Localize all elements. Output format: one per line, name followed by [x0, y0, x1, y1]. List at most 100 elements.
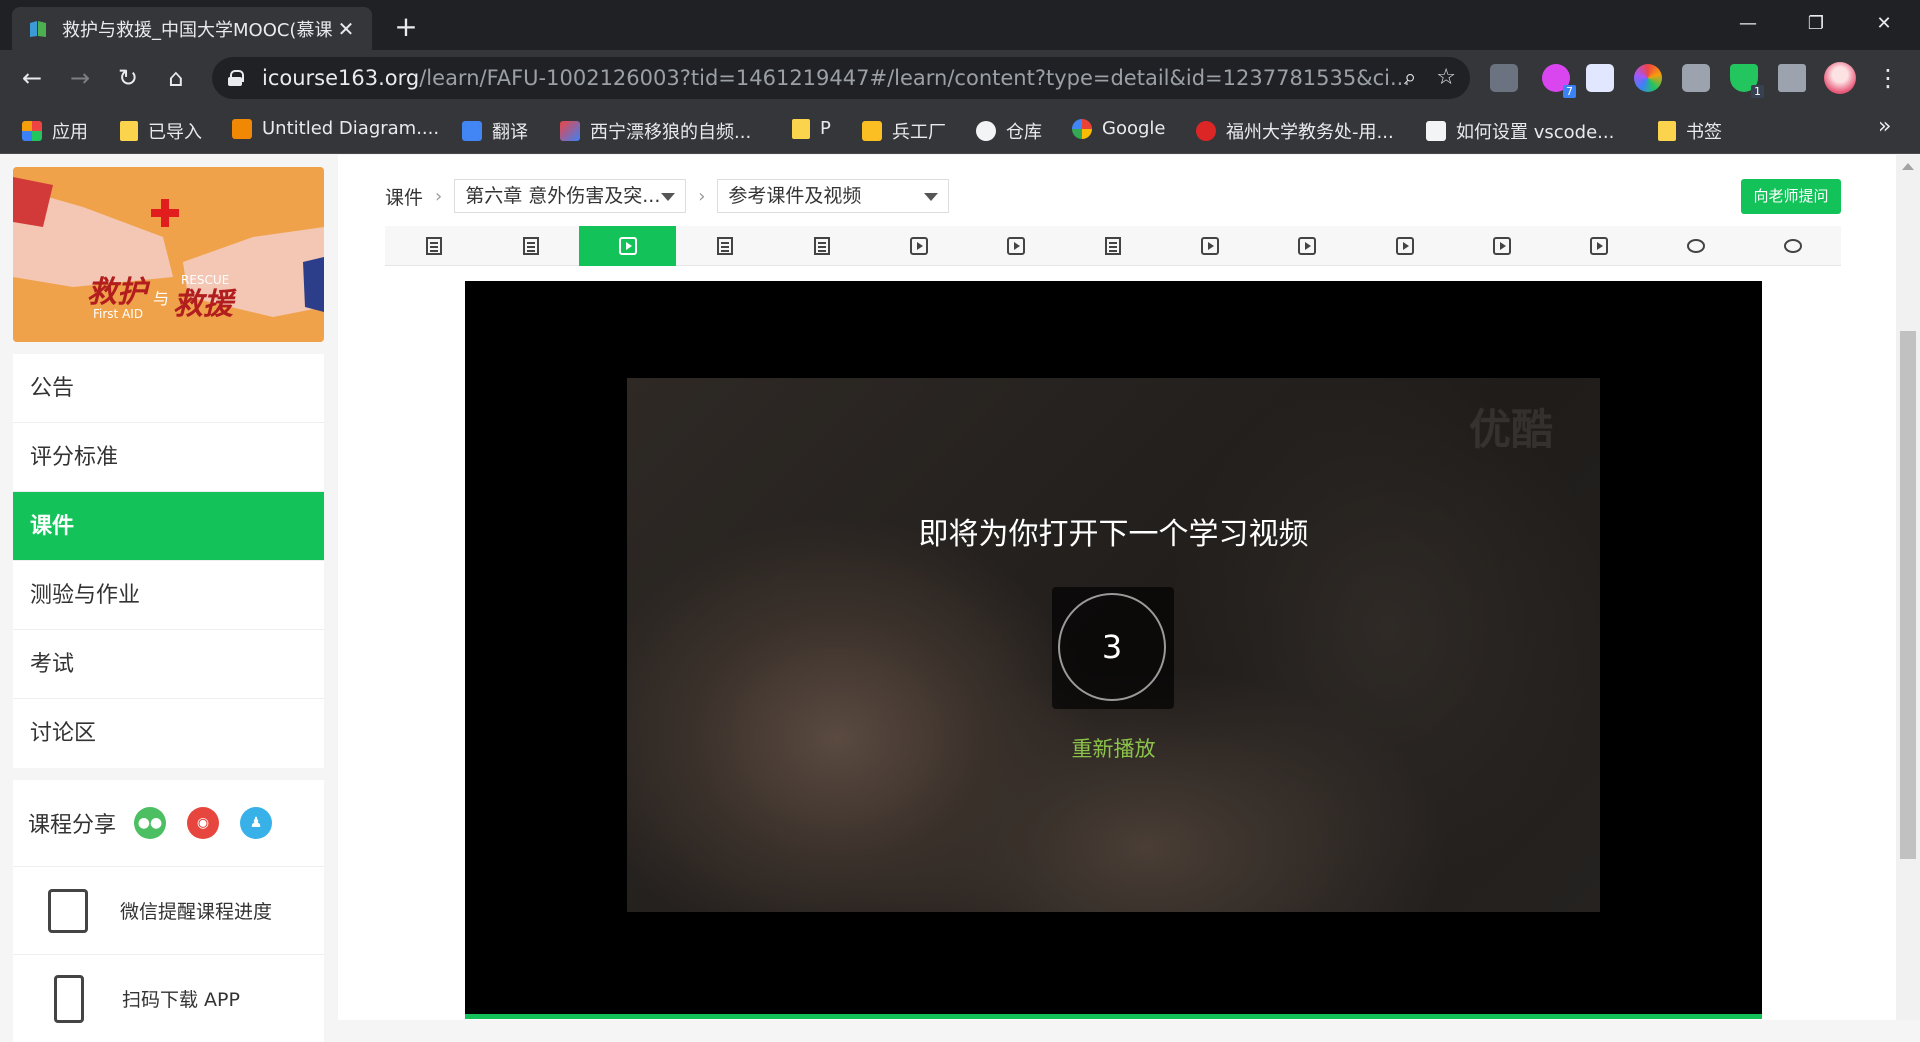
scroll-thumb[interactable]	[1900, 331, 1916, 859]
lock-icon[interactable]	[228, 70, 244, 86]
forward-icon[interactable]: →	[62, 60, 98, 96]
unit-tab-video[interactable]	[1162, 226, 1259, 266]
unit-tab-video[interactable]	[968, 226, 1065, 266]
google-icon	[1072, 118, 1092, 139]
scroll-up-icon[interactable]	[1902, 163, 1914, 170]
translate-icon	[462, 121, 482, 141]
chapter-select[interactable]: 第六章 意外伤害及突...	[454, 179, 687, 213]
discussion-icon	[1783, 239, 1802, 253]
unit-tab-doc[interactable]	[482, 226, 579, 266]
bookmark-apps[interactable]: 应用	[22, 118, 88, 144]
bookmark-label: 兵工厂	[892, 122, 946, 143]
replay-button[interactable]: 重新播放	[465, 733, 1762, 763]
lesson-select[interactable]: 参考课件及视频	[717, 179, 950, 213]
bookmarks-bar: 应用 已导入 Untitled Diagram.... 翻译 西宁漂移狼的自频.…	[0, 106, 1920, 154]
extensions-puzzle-icon[interactable]	[1778, 64, 1806, 92]
unit-tab-doc[interactable]	[385, 226, 482, 266]
bookmark-translate[interactable]: 翻译	[462, 118, 528, 144]
download-app[interactable]: 扫码下载 APP	[13, 954, 324, 1042]
page: 救护 与 救援 First AID RESCUE 公告 评分标准 课件 测验与作…	[0, 155, 1920, 1042]
qq-share-icon[interactable]: ♟	[240, 807, 273, 839]
tab-close-icon[interactable]: ✕	[334, 17, 358, 41]
video-icon	[1492, 237, 1511, 255]
home-icon[interactable]: ⌂	[158, 60, 194, 96]
course-share: 课程分享 ●● ◉ ♟	[13, 780, 324, 866]
nav-quiz[interactable]: 测验与作业	[13, 561, 324, 630]
cover-en-second: RESCUE	[181, 273, 230, 287]
bookmark-arsenal[interactable]: 兵工厂	[862, 118, 946, 144]
extension-shield-icon[interactable]: 1	[1730, 64, 1764, 98]
cover-title-mid: 与	[153, 289, 170, 308]
browser-toolbar: ← → ↻ ⌂ icourse163.org /learn/FAFU-10021…	[0, 50, 1920, 106]
extension-badge: 1	[1751, 85, 1764, 98]
unit-tab-doc[interactable]	[1065, 226, 1162, 266]
tab-title: 救护与救援_中国大学MOOC(慕课)	[62, 19, 334, 41]
github-icon	[976, 121, 996, 141]
page-scrollbar[interactable]	[1896, 155, 1920, 1020]
cover-title-first: 救护	[87, 275, 147, 310]
menu-kebab-icon[interactable]: ⋮	[1870, 60, 1906, 96]
nav-grading[interactable]: 评分标准	[13, 423, 324, 492]
bookmark-bilibili[interactable]: 西宁漂移狼的自频...	[560, 118, 751, 144]
nav-courseware[interactable]: 课件	[13, 492, 324, 561]
close-window-button[interactable]: ✕	[1862, 6, 1906, 42]
chevron-right-icon: ›	[435, 185, 443, 207]
unit-tab-chat[interactable]	[1744, 226, 1841, 266]
browser-tab-bar: 救护与救援_中国大学MOOC(慕课) ✕ + — ❐ ✕	[0, 0, 1920, 50]
bookmark-imported[interactable]: 已导入	[120, 118, 202, 144]
breadcrumb-root[interactable]: 课件	[385, 183, 423, 210]
extension-translate-icon[interactable]	[1490, 64, 1518, 92]
bookmark-star-icon[interactable]: ☆	[1436, 65, 1456, 90]
apps-grid-icon	[22, 121, 42, 141]
bookmark-google[interactable]: Google	[1072, 118, 1165, 139]
video-icon	[1395, 237, 1414, 255]
document-icon	[425, 237, 442, 255]
address-bar[interactable]: icourse163.org /learn/FAFU-1002126003?ti…	[212, 57, 1470, 99]
extension-color-icon[interactable]	[1634, 64, 1662, 92]
bookmark-p[interactable]: P	[792, 118, 831, 139]
bookmark-label: 翻译	[492, 122, 528, 143]
chevron-down-icon	[661, 193, 676, 201]
unit-tab-video[interactable]	[871, 226, 968, 266]
bookmark-drawio[interactable]: Untitled Diagram....	[232, 118, 439, 139]
ask-teacher-button[interactable]: 向老师提问	[1741, 179, 1841, 214]
nav-exam[interactable]: 考试	[13, 630, 324, 699]
bilibili-icon	[560, 121, 580, 141]
unit-tab-video[interactable]	[1259, 226, 1356, 266]
video-progress-bar[interactable]	[465, 1014, 1762, 1019]
unit-tab-chat[interactable]	[1647, 226, 1744, 266]
new-tab-button[interactable]: +	[388, 10, 424, 46]
minimize-button[interactable]: —	[1726, 6, 1770, 42]
bookmark-fzu[interactable]: 福州大学教务处-用...	[1196, 118, 1394, 144]
course-nav: 公告 评分标准 课件 测验与作业 考试 讨论区	[13, 354, 324, 768]
nav-announcement[interactable]: 公告	[13, 354, 324, 423]
wechat-share-icon[interactable]: ●●	[134, 807, 167, 839]
vscode-icon	[1426, 121, 1446, 141]
cover-en-first: First AID	[93, 307, 144, 321]
zoom-search-icon[interactable]: ⌕	[1404, 65, 1416, 90]
unit-tab-video[interactable]	[579, 226, 677, 266]
unit-tab-doc[interactable]	[676, 226, 773, 266]
bookmark-repo[interactable]: 仓库	[976, 118, 1042, 144]
extension-cat-icon[interactable]: 7	[1542, 64, 1576, 98]
extension-edit-icon[interactable]	[1682, 64, 1710, 92]
drawio-icon	[232, 118, 252, 139]
unit-tab-video[interactable]	[1550, 226, 1647, 266]
video-player[interactable]: 优酷 即将为你打开下一个学习视频 3 重新播放	[465, 281, 1762, 1019]
profile-avatar[interactable]	[1824, 62, 1856, 94]
back-icon[interactable]: ←	[14, 60, 50, 96]
bookmark-bookmarks[interactable]: 书签	[1658, 118, 1722, 144]
weibo-share-icon[interactable]: ◉	[187, 807, 220, 839]
reload-icon[interactable]: ↻	[110, 60, 146, 96]
wechat-reminder[interactable]: 微信提醒课程进度	[13, 866, 324, 954]
bookmark-vscode[interactable]: 如何设置 vscode...	[1426, 118, 1614, 144]
unit-tab-video[interactable]	[1356, 226, 1453, 266]
unit-tab-video[interactable]	[1453, 226, 1550, 266]
restore-button[interactable]: ❐	[1794, 6, 1838, 42]
bookmarks-overflow-icon[interactable]: »	[1878, 114, 1891, 139]
document-icon	[813, 237, 830, 255]
nav-discussion[interactable]: 讨论区	[13, 699, 324, 768]
unit-tab-doc[interactable]	[773, 226, 870, 266]
extension-bird-icon[interactable]	[1586, 64, 1614, 92]
browser-tab[interactable]: 救护与救援_中国大学MOOC(慕课) ✕	[12, 7, 372, 50]
